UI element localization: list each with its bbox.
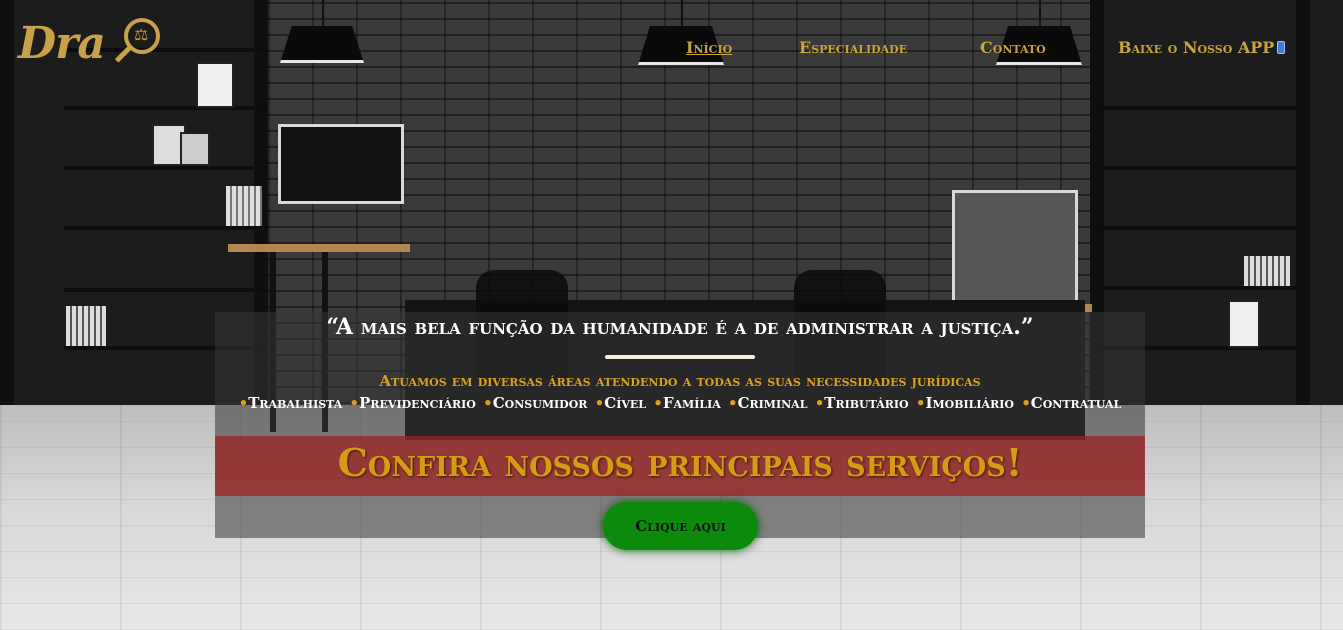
area-item: •Imobiliário	[915, 394, 1014, 412]
hero-quote: “A mais bela função da humanidade é a de…	[326, 314, 1034, 340]
phone-icon	[1277, 41, 1286, 54]
nav-link-inicio[interactable]: Início	[686, 38, 732, 57]
cta-button[interactable]: Clique aqui	[603, 502, 758, 550]
main-nav: Início Especialidade Contato Baixe o Nos…	[0, 38, 1343, 60]
divider	[605, 355, 755, 359]
areas-title: Atuamos em diversas áreas atendendo a to…	[379, 372, 981, 390]
area-item: •Cível	[594, 394, 646, 412]
areas-list: •Trabalhista •Previdenciário •Consumidor…	[215, 394, 1145, 412]
services-banner: Confira nossos principais serviços!	[215, 436, 1145, 496]
area-item: •Criminal	[727, 394, 808, 412]
services-banner-text: Confira nossos principais serviços!	[337, 440, 1023, 485]
area-item: •Família	[653, 394, 721, 412]
area-item: •Consumidor	[483, 394, 588, 412]
area-item: •Contratual	[1021, 394, 1122, 412]
nav-link-especialidade[interactable]: Especialidade	[799, 38, 907, 57]
area-item: •Previdenciário	[349, 394, 476, 412]
area-item: •Trabalhista	[238, 394, 343, 412]
nav-link-app[interactable]: Baixe o Nosso APP	[1118, 38, 1286, 57]
nav-link-app-label: Baixe o Nosso APP	[1118, 38, 1275, 57]
nav-link-contato[interactable]: Contato	[980, 38, 1046, 57]
area-item: •Tributário	[814, 394, 909, 412]
